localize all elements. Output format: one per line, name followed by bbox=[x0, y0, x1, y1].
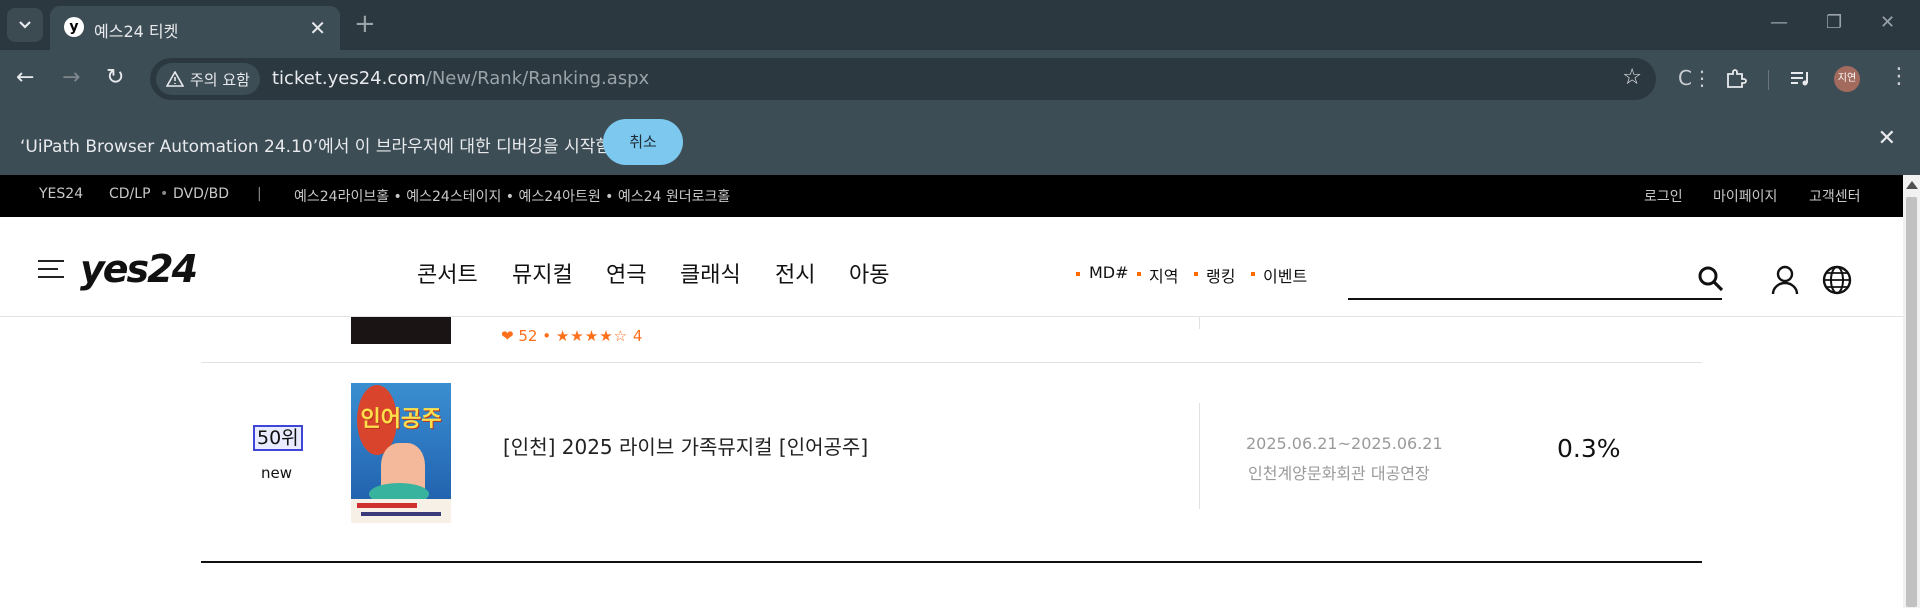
browser-tab-strip: y 예스24 티켓 ✕ + — ❐ ✕ bbox=[0, 0, 1920, 50]
likes-count: 52 bbox=[518, 327, 538, 345]
warning-triangle-icon bbox=[166, 71, 184, 87]
close-window-icon[interactable]: ✕ bbox=[1880, 12, 1895, 33]
forward-arrow-icon[interactable]: → bbox=[62, 64, 80, 92]
gnb-venue-links[interactable]: 예스24라이브홀 • 예스24스테이지 • 예스24아트원 • 예스24 원더로… bbox=[294, 186, 730, 206]
new-badge: new bbox=[261, 464, 293, 482]
show-title-link[interactable]: [인천] 2025 라이브 가족뮤지컬 [인어공주] bbox=[503, 431, 868, 460]
gnb-link-yes24[interactable]: YES24 bbox=[39, 186, 83, 202]
security-chip-label: 주의 요함 bbox=[190, 70, 250, 89]
toolbar-divider bbox=[1768, 70, 1769, 90]
scroll-up-arrow-icon[interactable] bbox=[1906, 181, 1918, 189]
gnb-mypage[interactable]: 마이페이지 bbox=[1713, 186, 1777, 206]
url-text[interactable]: ticket.yes24.com/New/Rank/Ranking.aspx bbox=[272, 68, 649, 89]
ranking-list: ❤ 52 • ★★★★☆ 4 50위 new 인어공주 [인천] 2025 라이… bbox=[0, 317, 1903, 608]
list-bottom-border bbox=[201, 561, 1702, 563]
browser-menu-icon[interactable]: ⋮ bbox=[1888, 64, 1910, 89]
address-bar[interactable]: 주의 요함 ticket.yes24.com/New/Rank/Ranking.… bbox=[150, 58, 1656, 100]
infobar-message: ‘UiPath Browser Automation 24.10’에서 이 브라… bbox=[20, 137, 611, 157]
media-control-icon[interactable] bbox=[1790, 70, 1812, 88]
extensions-puzzle-icon[interactable] bbox=[1725, 68, 1747, 90]
poster-info-band bbox=[351, 499, 451, 523]
show-venue: 인천계양문화회관 대공연장 bbox=[1248, 464, 1430, 483]
booking-share: 0.3% bbox=[1557, 434, 1621, 463]
yes24-logo[interactable]: yes24 bbox=[80, 247, 198, 291]
nav-kids[interactable]: 아동 bbox=[849, 257, 889, 289]
nav-concert[interactable]: 콘서트 bbox=[417, 257, 478, 289]
site-header: yes24 콘서트 뮤지컬 연극 클래식 전시 아동 MD# 지역 랭킹 이벤트 bbox=[0, 217, 1903, 317]
subnav-md[interactable]: MD# bbox=[1089, 263, 1129, 282]
reload-icon[interactable]: ↻ bbox=[106, 64, 124, 92]
sub-nav-bullet bbox=[1251, 272, 1255, 276]
nav-exhibition[interactable]: 전시 bbox=[775, 257, 815, 289]
sub-nav-bullet bbox=[1076, 272, 1080, 276]
chevron-down-icon bbox=[19, 21, 31, 29]
tab-close-icon[interactable]: ✕ bbox=[309, 16, 326, 40]
row-separator bbox=[201, 362, 1702, 363]
security-warning-chip[interactable]: 주의 요함 bbox=[156, 63, 260, 95]
sub-nav-bullet bbox=[1194, 272, 1198, 276]
sub-nav-bullet bbox=[1137, 272, 1141, 276]
show-poster-image[interactable]: 인어공주 bbox=[351, 383, 451, 523]
top-utility-bar: YES24 CD/LP • DVD/BD | 예스24라이브홀 • 예스24스테… bbox=[0, 175, 1903, 217]
user-icon[interactable] bbox=[1771, 265, 1799, 295]
debugging-infobar: ‘UiPath Browser Automation 24.10’에서 이 브라… bbox=[0, 108, 1920, 175]
gnb-dot: • bbox=[160, 186, 169, 202]
poster-title: 인어공주 bbox=[360, 407, 442, 432]
column-divider bbox=[1199, 403, 1200, 509]
yes24-favicon-icon: y bbox=[64, 17, 84, 37]
tab-search-button[interactable] bbox=[7, 8, 43, 42]
rating-stars-icon: ★★★★☆ bbox=[555, 327, 629, 345]
previous-item-meta: ❤ 52 • ★★★★☆ 4 bbox=[501, 327, 642, 345]
browser-toolbar: ← → ↻ 주의 요함 ticket.yes24.com/New/Rank/Ra… bbox=[0, 50, 1920, 108]
active-tab[interactable]: y 예스24 티켓 ✕ bbox=[50, 6, 340, 50]
url-path: /New/Rank/Ranking.aspx bbox=[425, 68, 650, 89]
gnb-divider: | bbox=[257, 186, 262, 202]
rating-value: 4 bbox=[632, 327, 643, 345]
url-host: ticket.yes24.com bbox=[272, 68, 426, 89]
gnb-link-cdlp[interactable]: CD/LP bbox=[109, 186, 151, 202]
tab-title: 예스24 티켓 bbox=[94, 22, 179, 41]
minimize-icon[interactable]: — bbox=[1770, 12, 1788, 33]
subnav-ranking[interactable]: 랭킹 bbox=[1206, 263, 1235, 287]
subnav-event[interactable]: 이벤트 bbox=[1263, 263, 1307, 287]
search-icon[interactable] bbox=[1697, 265, 1725, 293]
restore-icon[interactable]: ❐ bbox=[1826, 12, 1842, 33]
nav-classic[interactable]: 클래식 bbox=[680, 257, 741, 289]
search-input[interactable] bbox=[1348, 298, 1722, 300]
column-divider bbox=[1199, 317, 1200, 329]
nav-musical[interactable]: 뮤지컬 bbox=[512, 257, 573, 289]
extension-c-icon[interactable]: C⋮ bbox=[1678, 66, 1712, 90]
menu-hamburger-icon[interactable] bbox=[38, 260, 64, 280]
subnav-region[interactable]: 지역 bbox=[1149, 263, 1178, 287]
previous-item-poster[interactable] bbox=[351, 317, 451, 344]
bookmark-star-icon[interactable]: ☆ bbox=[1622, 65, 1642, 90]
nav-play[interactable]: 연극 bbox=[606, 257, 646, 289]
infobar-cancel-button[interactable]: 취소 bbox=[603, 119, 683, 165]
back-arrow-icon[interactable]: ← bbox=[16, 64, 34, 92]
heart-icon: ❤ bbox=[501, 327, 514, 345]
profile-avatar[interactable]: 지연 bbox=[1834, 66, 1860, 92]
rank-number: 50위 bbox=[253, 425, 303, 451]
gnb-customer-center[interactable]: 고객센터 bbox=[1809, 186, 1861, 206]
new-tab-button[interactable]: + bbox=[354, 10, 376, 38]
show-date: 2025.06.21~2025.06.21 bbox=[1246, 434, 1443, 453]
page-scrollbar[interactable] bbox=[1903, 175, 1920, 608]
page-viewport: YES24 CD/LP • DVD/BD | 예스24라이브홀 • 예스24스테… bbox=[0, 175, 1920, 608]
meta-dot: • bbox=[542, 327, 556, 345]
scrollbar-thumb[interactable] bbox=[1906, 197, 1917, 607]
gnb-login[interactable]: 로그인 bbox=[1644, 186, 1683, 206]
globe-language-icon[interactable] bbox=[1822, 265, 1852, 295]
infobar-close-icon[interactable]: ✕ bbox=[1878, 126, 1896, 151]
gnb-link-dvdbd[interactable]: DVD/BD bbox=[173, 186, 229, 202]
